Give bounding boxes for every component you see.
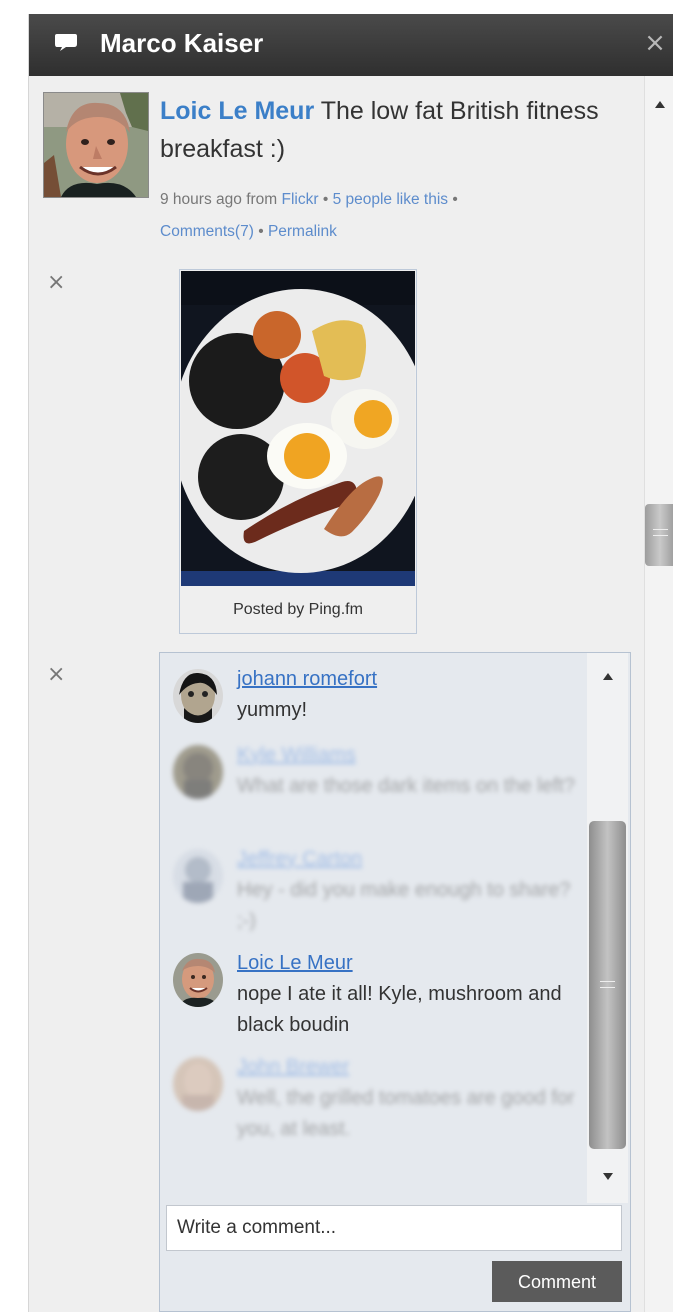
- window-scroll-thumb[interactable]: [645, 504, 673, 566]
- comment-author-link[interactable]: Loic Le Meur: [237, 948, 353, 978]
- comment-scroll-thumb[interactable]: [589, 821, 626, 1149]
- comment-author-link[interactable]: Kyle Williams: [237, 740, 356, 770]
- comment-item: Loic Le Meur nope I ate it all! Kyle, mu…: [160, 941, 580, 1051]
- comment-text: nope I ate it all! Kyle, mushroom and bl…: [237, 983, 562, 1036]
- man-portrait-icon: [173, 953, 223, 1007]
- commenter-avatar[interactable]: [173, 849, 223, 903]
- person-avatar-icon: [173, 849, 223, 903]
- feed-content: Loic Le Meur The low fat British fitness…: [29, 76, 644, 1312]
- man-portrait-icon: [44, 93, 148, 197]
- likes-link[interactable]: 5 people like this: [333, 191, 448, 208]
- comment-scrollbar[interactable]: [587, 653, 628, 1203]
- comment-item: Kyle Williams What are those dark items …: [160, 733, 580, 843]
- post-time: 9 hours ago: [160, 191, 242, 208]
- comment-text: What are those dark items on the left?: [237, 775, 575, 797]
- speech-bubble-icon: [55, 34, 77, 51]
- comment-list: johann romefort yummy! Kyle Williams Wha…: [160, 653, 587, 1203]
- scroll-down-arrow-icon[interactable]: [603, 1173, 613, 1180]
- post-author-avatar[interactable]: [43, 92, 149, 198]
- scroll-grip-icon: [600, 981, 615, 982]
- comment-item: Jeffrey Carton Hey - did you make enough…: [160, 837, 580, 947]
- comment-text: yummy!: [237, 699, 307, 721]
- post-author-link[interactable]: Loic Le Meur: [160, 97, 314, 125]
- comment-author-link[interactable]: Jeffrey Carton: [237, 844, 362, 874]
- post-meta: 9 hours ago from Flickr • 5 people like …: [160, 184, 610, 248]
- dismiss-comments-button[interactable]: ×: [47, 664, 65, 686]
- scroll-up-arrow-icon[interactable]: [603, 673, 613, 680]
- scroll-up-arrow-icon[interactable]: [655, 101, 665, 108]
- breakfast-photo[interactable]: [181, 271, 415, 586]
- person-avatar-icon: [173, 1057, 223, 1111]
- comment-author-link[interactable]: johann romefort: [237, 664, 377, 694]
- commenter-avatar[interactable]: [173, 953, 223, 1007]
- comments-link[interactable]: Comments(7): [160, 223, 254, 240]
- photo-caption: Posted by Ping.fm: [233, 601, 363, 618]
- bearded-man-icon: [173, 669, 223, 723]
- dismiss-image-button[interactable]: ×: [47, 272, 65, 294]
- source-link[interactable]: Flickr: [282, 191, 319, 208]
- source-prefix: from: [246, 191, 278, 208]
- commenter-avatar[interactable]: [173, 669, 223, 723]
- window-title: Marco Kaiser: [100, 28, 264, 58]
- scroll-grip-icon: [653, 529, 668, 530]
- comment-text: Well, the grilled tomatoes are good for …: [237, 1087, 575, 1140]
- meta-separator: •: [322, 191, 333, 208]
- scroll-grip-icon: [600, 987, 615, 988]
- breakfast-plate-icon: [181, 271, 415, 586]
- title-bar: Marco Kaiser ×: [29, 14, 673, 76]
- permalink-link[interactable]: Permalink: [268, 223, 337, 240]
- commenter-avatar[interactable]: [173, 745, 223, 799]
- window-scrollbar[interactable]: [644, 76, 673, 1312]
- comment-text: Hey - did you make enough to share? ;-): [237, 879, 571, 932]
- comment-author-link[interactable]: John Brewer: [237, 1052, 349, 1082]
- chat-window: Marco Kaiser × Loic Le Meur The low fat …: [28, 14, 673, 1312]
- meta-separator: •: [258, 223, 268, 240]
- post-message: Loic Le Meur The low fat British fitness…: [160, 92, 615, 168]
- commenter-avatar[interactable]: [173, 1057, 223, 1111]
- comments-panel: johann romefort yummy! Kyle Williams Wha…: [159, 652, 631, 1312]
- scroll-grip-icon: [653, 535, 668, 536]
- close-button[interactable]: ×: [643, 26, 667, 60]
- photo-card[interactable]: Posted by Ping.fm: [179, 269, 417, 634]
- comment-submit-button[interactable]: Comment: [492, 1261, 622, 1302]
- meta-separator: •: [452, 191, 458, 208]
- comment-item: John Brewer Well, the grilled tomatoes a…: [160, 1045, 580, 1155]
- comment-input[interactable]: [166, 1205, 622, 1251]
- person-avatar-icon: [173, 745, 223, 799]
